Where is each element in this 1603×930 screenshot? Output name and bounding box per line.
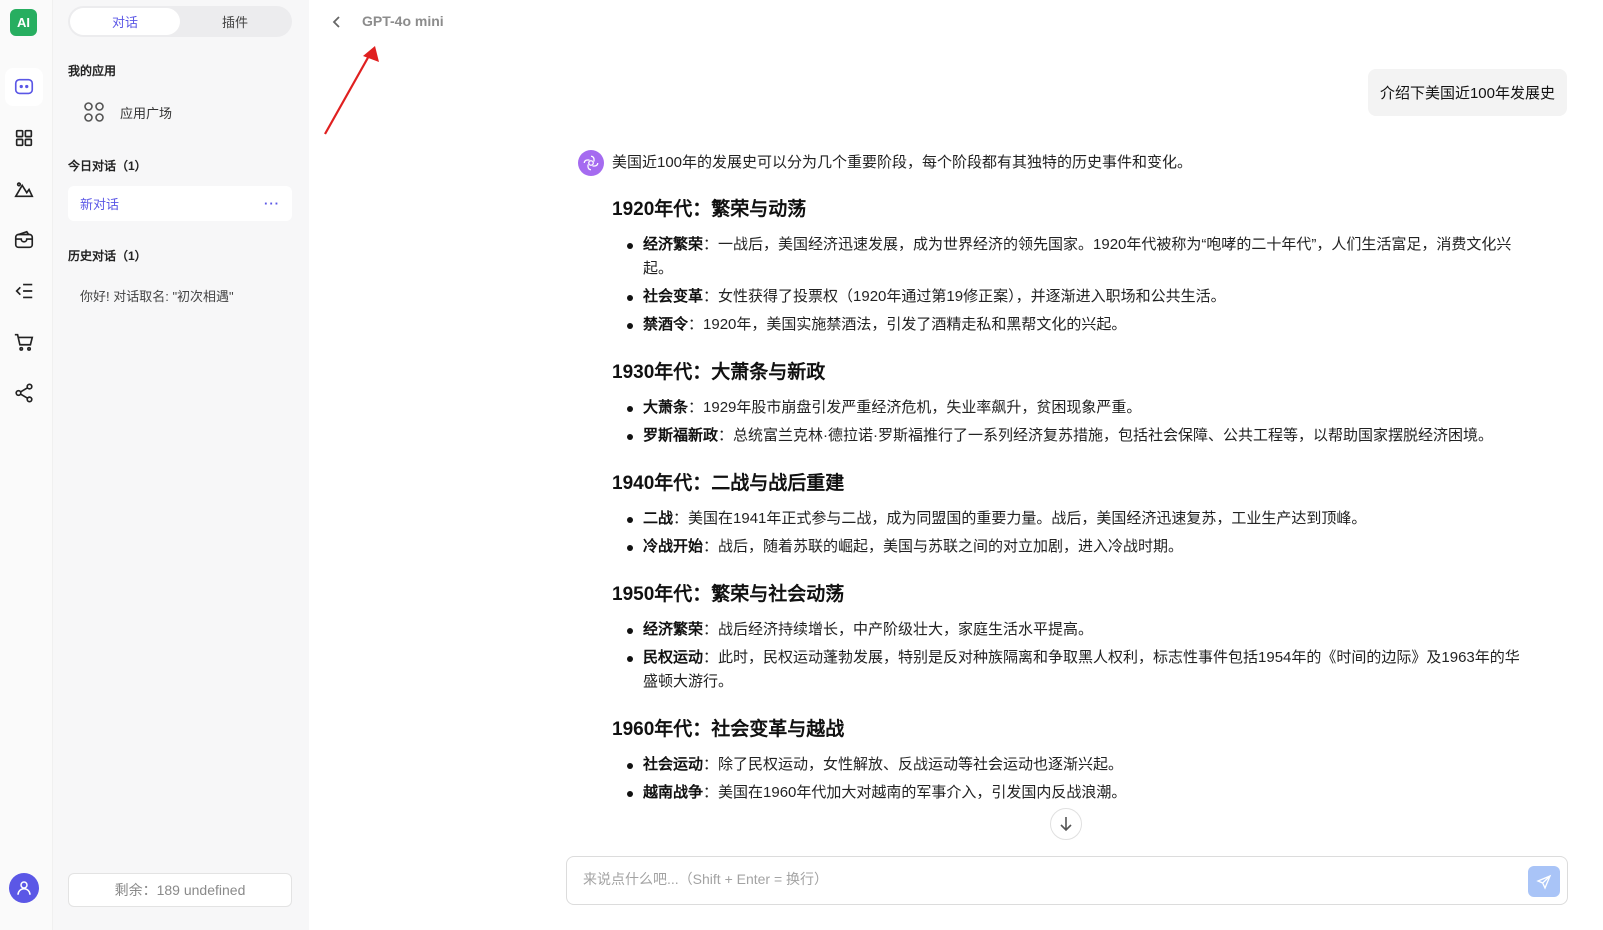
more-options-button[interactable]: ···	[264, 196, 280, 211]
list-item: 经济繁荣：战后经济持续增长，中产阶级壮大，家庭生活水平提高。	[612, 618, 1527, 642]
cart-nav-button[interactable]	[5, 323, 43, 361]
today-heading: 今日对话（1）	[68, 159, 147, 173]
user-icon	[17, 881, 31, 895]
section-list: 经济繁荣：战后经济持续增长，中产阶级壮大，家庭生活水平提高。 民权运动：此时，民…	[612, 618, 1527, 694]
section-list: 二战：美国在1941年正式参与二战，成为同盟国的重要力量。战后，美国经济迅速复苏…	[612, 507, 1527, 559]
section-heading: 1950年代：繁荣与社会动荡	[612, 584, 845, 605]
scroll-to-bottom-button[interactable]	[1050, 808, 1082, 840]
assistant-message: 美国近100年的发展史可以分为几个重要阶段，每个阶段都有其独特的历史事件和变化。…	[612, 151, 1527, 828]
list-item: 禁酒令：1920年，美国实施禁酒法，引发了酒精走私和黑帮文化的兴起。	[612, 313, 1527, 337]
list-item: 大萧条：1929年股市崩盘引发严重经济危机，失业率飙升，贫困现象严重。	[612, 396, 1527, 420]
list-item: 罗斯福新政：总统富兰克林·德拉诺·罗斯福推行了一系列经济复苏措施，包括社会保障、…	[612, 424, 1527, 448]
tab-plugins[interactable]: 插件	[180, 8, 290, 35]
list-item: 二战：美国在1941年正式参与二战，成为同盟国的重要力量。战后，美国经济迅速复苏…	[612, 507, 1527, 531]
sidebar: 对话 插件 我的应用 应用广场 今日对话（1） 新对话 ··· 历史对话（1） …	[53, 0, 309, 930]
my-apps-heading: 我的应用	[68, 64, 117, 78]
section-heading: 1920年代：繁荣与动荡	[612, 199, 807, 220]
section-heading: 1940年代：二战与战后重建	[612, 473, 845, 494]
apps-nav-button[interactable]	[5, 119, 43, 157]
user-message: 介绍下美国近100年发展史	[1367, 69, 1567, 116]
message-composer	[566, 856, 1568, 905]
tab-chat[interactable]: 对话	[70, 8, 180, 35]
four-circles-icon	[84, 102, 104, 122]
annotation-arrow	[324, 46, 379, 135]
app-square-item[interactable]: 应用广场	[83, 98, 172, 126]
sidebar-tabs: 对话 插件	[68, 6, 292, 37]
model-name[interactable]: GPT-4o mini	[362, 13, 444, 29]
share-icon	[15, 383, 33, 403]
conversation-title: 新对话	[80, 197, 120, 212]
arrow-down-icon	[1060, 817, 1072, 832]
image-nav-button[interactable]	[5, 170, 43, 208]
section-list: 经济繁荣：一战后，美国经济迅速发展，成为世界经济的领先国家。1920年代被称为“…	[612, 233, 1527, 337]
back-button[interactable]	[325, 10, 349, 34]
message-input[interactable]	[583, 871, 1503, 887]
wallet-icon	[14, 230, 34, 249]
history-heading: 历史对话（1）	[68, 249, 147, 263]
icon-rail: AI	[0, 0, 53, 930]
list-nav-button[interactable]	[5, 272, 43, 310]
apps-grid-icon	[15, 129, 33, 147]
section-list: 社会运动：除了民权运动，女性解放、反战运动等社会运动也逐渐兴起。 越南战争：美国…	[612, 753, 1527, 805]
wallet-nav-button[interactable]	[5, 221, 43, 259]
app-square-label: 应用广场	[120, 105, 173, 121]
user-avatar[interactable]	[9, 873, 39, 903]
chevron-left-icon	[332, 16, 340, 28]
list-item: 经济繁荣：一战后，美国经济迅速发展，成为世界经济的领先国家。1920年代被称为“…	[612, 233, 1527, 281]
list-item: 社会变革：女性获得了投票权（1920年通过第19修正案），并逐渐进入职场和公共生…	[612, 285, 1527, 309]
image-mountain-icon	[14, 182, 34, 198]
chat-nav-button[interactable]	[5, 68, 43, 106]
section-heading: 1930年代：大萧条与新政	[612, 362, 826, 383]
send-button[interactable]	[1528, 866, 1560, 897]
answer-intro: 美国近100年的发展史可以分为几个重要阶段，每个阶段都有其独特的历史事件和变化。	[612, 154, 1193, 171]
section-heading: 1960年代：社会变革与越战	[612, 719, 845, 740]
list-item: 冷战开始：战后，随着苏联的崛起，美国与苏联之间的对立加剧，进入冷战时期。	[612, 535, 1527, 559]
app-logo[interactable]: AI	[10, 9, 37, 36]
assistant-avatar	[578, 150, 604, 176]
list-icon	[15, 283, 33, 299]
conversation-item-new[interactable]: 新对话 ···	[68, 186, 292, 221]
list-item: 民权运动：此时，民权运动蓬勃发展，特别是反对种族隔离和争取黑人权利，标志性事件包…	[612, 646, 1527, 694]
share-nav-button[interactable]	[5, 374, 43, 412]
cart-icon	[14, 333, 34, 351]
chat-main: GPT-4o mini 介绍下美国近100年发展史 美国近100年的发展史可以分…	[309, 0, 1603, 930]
openai-logo-icon	[583, 155, 599, 171]
chat-icon	[14, 78, 34, 95]
history-conversation-item[interactable]: 你好! 对话取名: "初次相遇"	[80, 286, 234, 305]
send-icon	[1536, 874, 1552, 890]
remaining-quota: 剩余：189 undefined	[68, 873, 292, 907]
list-item: 社会运动：除了民权运动，女性解放、反战运动等社会运动也逐渐兴起。	[612, 753, 1527, 777]
section-list: 大萧条：1929年股市崩盘引发严重经济危机，失业率飙升，贫困现象严重。 罗斯福新…	[612, 396, 1527, 448]
list-item: 越南战争：美国在1960年代加大对越南的军事介入，引发国内反战浪潮。	[612, 781, 1527, 805]
